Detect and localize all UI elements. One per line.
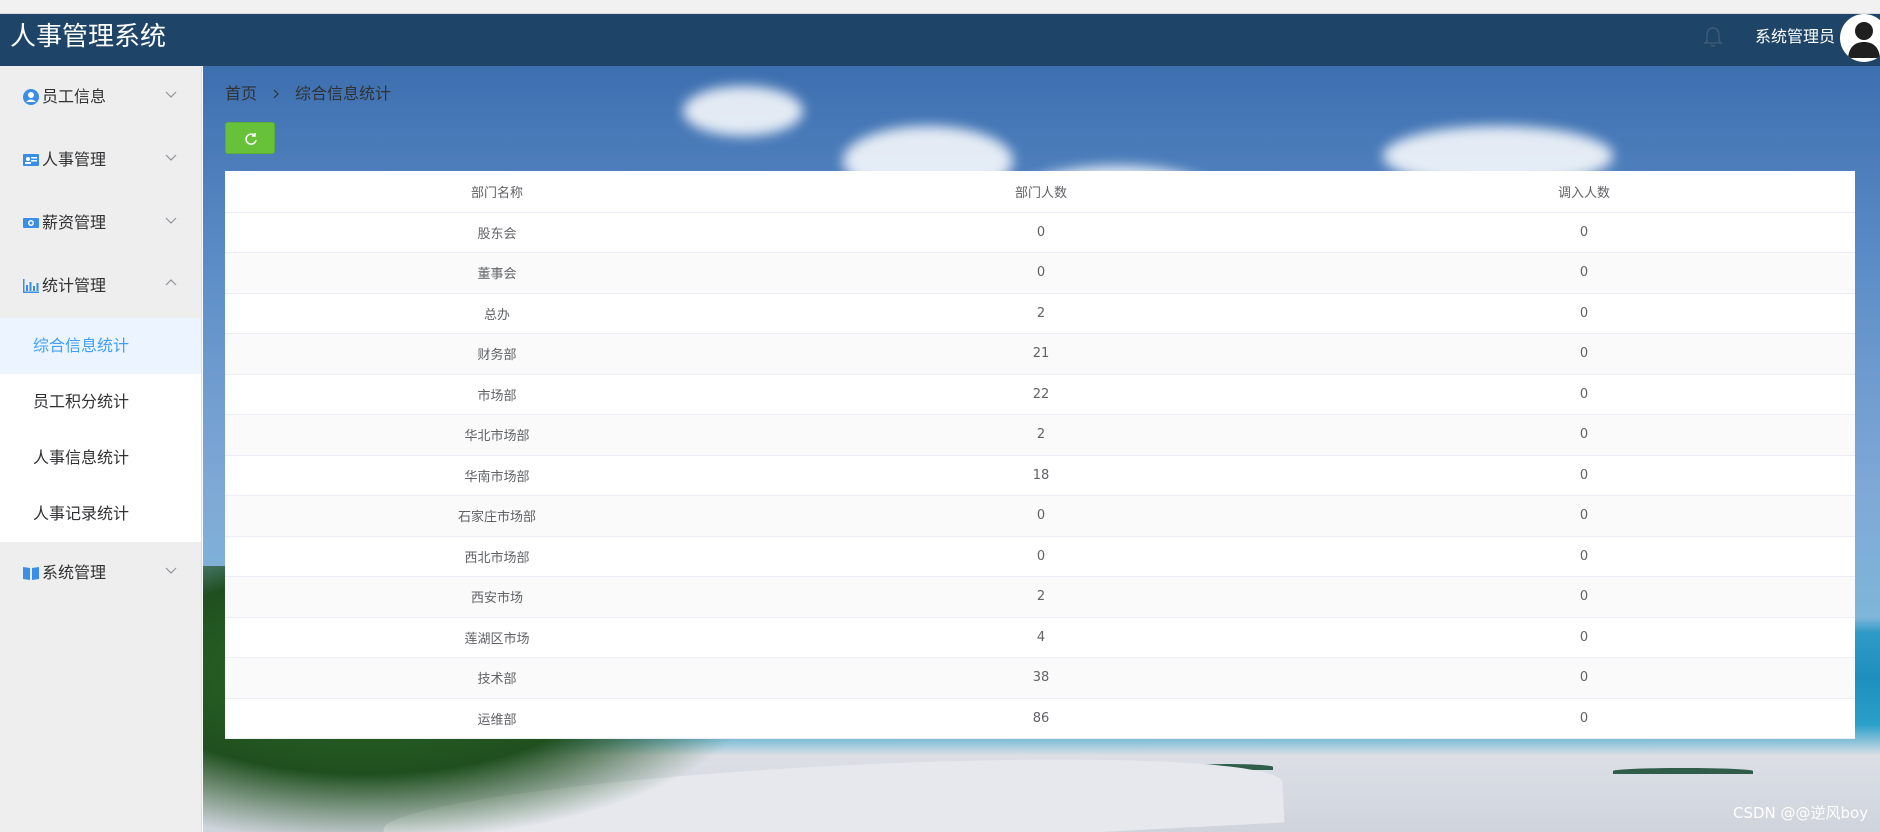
app-header: 人事管理系统 系统管理员 [0,14,1880,66]
table-cell: 西北市场部 [225,536,769,577]
menu-group-salary-management[interactable]: 薪资管理 [0,192,201,255]
chevron-down-icon [164,562,178,576]
statistics-submenu: 综合信息统计 员工积分统计 人事信息统计 人事记录统计 [0,318,201,542]
table-cell: 莲湖区市场 [225,617,769,658]
table-cell: 财务部 [225,333,769,375]
menu-group-personnel-management[interactable]: 人事管理 [0,129,201,192]
avatar[interactable] [1840,14,1880,62]
refresh-button[interactable] [225,122,275,154]
table-cell: 0 [1313,333,1855,375]
table-cell: 0 [1313,617,1855,658]
table-cell: 0 [1313,374,1855,415]
table-cell: 0 [769,212,1313,253]
table-header-row: 部门名称 部门人数 调入人数 [225,171,1855,213]
table-row: 运维部 86 0 [225,698,1855,739]
table-cell: 21 [769,333,1313,375]
table-cell: 0 [1313,212,1855,253]
table-cell: 0 [1313,293,1855,334]
table-cell: 华北市场部 [225,414,769,456]
table-cell: 技术部 [225,657,769,699]
menu-group-label: 系统管理 [42,563,107,582]
watermark: CSDN @@逆风boy [1733,804,1869,822]
username[interactable]: 系统管理员 [1755,20,1835,54]
table-cell: 0 [1313,576,1855,618]
table-cell: 运维部 [225,698,769,739]
id-card-icon [22,151,40,169]
chevron-down-icon [164,212,178,226]
table-cell: 0 [1313,455,1855,496]
chevron-down-icon [164,149,178,163]
table-row: 华北市场部 2 0 [225,414,1855,456]
menu-group-employee-info[interactable]: 员工信息 [0,66,201,129]
table-cell: 西安市场 [225,576,769,618]
table-cell: 18 [769,455,1313,496]
table-cell: 2 [769,414,1313,456]
table-row: 总办 2 0 [225,293,1855,334]
main-content: 首页 综合信息统计 部门名称 部门人数 调入人数 股东会 0 0 董事会 0 0 总办 2 0 财务… [203,66,1880,832]
breadcrumb-home[interactable]: 首页 [225,84,257,103]
menu-group-label: 人事管理 [42,150,107,169]
table-cell: 0 [1313,657,1855,699]
menu-group-statistics-management[interactable]: 统计管理 [0,255,201,318]
book-icon [22,564,40,582]
table-row: 华南市场部 18 0 [225,455,1855,496]
table-cell: 86 [769,698,1313,739]
table-row: 技术部 38 0 [225,657,1855,699]
menu-item-points-statistics[interactable]: 员工积分统计 [0,374,201,430]
table-cell: 4 [769,617,1313,658]
table-row: 股东会 0 0 [225,212,1855,253]
table-cell: 市场部 [225,374,769,415]
money-icon [22,214,40,232]
table-cell: 0 [1313,495,1855,537]
bar-chart-icon [22,277,40,295]
table-cell: 0 [1313,698,1855,739]
sidebar: 员工信息 人事管理 薪资管理 统计管理 综合信息统计 员工积分统计 人事信息统计… [0,66,202,832]
table-row: 市场部 22 0 [225,374,1855,415]
table-row: 石家庄市场部 0 0 [225,495,1855,537]
menu-group-label: 薪资管理 [42,213,107,232]
table-cell: 38 [769,657,1313,699]
menu-item-personnel-record-statistics[interactable]: 人事记录统计 [0,486,201,542]
bell-icon[interactable] [1702,23,1724,51]
menu-group-system-management[interactable]: 系统管理 [0,542,201,605]
table-row: 西北市场部 0 0 [225,536,1855,577]
table-cell: 总办 [225,293,769,334]
column-header: 部门人数 [769,171,1313,213]
table-cell: 2 [769,293,1313,334]
table-cell: 0 [769,536,1313,577]
table-cell: 0 [769,495,1313,537]
chevron-down-icon [164,86,178,100]
table-row: 西安市场 2 0 [225,576,1855,618]
menu-group-label: 员工信息 [42,87,107,106]
table-cell: 2 [769,576,1313,618]
background-island [1613,768,1753,774]
table-row: 莲湖区市场 4 0 [225,617,1855,658]
table-cell: 0 [1313,252,1855,294]
background-cloud [683,86,803,136]
statistics-table: 部门名称 部门人数 调入人数 股东会 0 0 董事会 0 0 总办 2 0 财务部 21 0 市场部 22… [225,171,1855,739]
table-cell: 石家庄市场部 [225,495,769,537]
table-cell: 0 [769,252,1313,294]
breadcrumb: 首页 综合信息统计 [225,82,391,106]
table-cell: 华南市场部 [225,455,769,496]
table-row: 财务部 21 0 [225,333,1855,375]
menu-group-label: 统计管理 [42,276,107,295]
table-cell: 股东会 [225,212,769,253]
table-row: 董事会 0 0 [225,252,1855,294]
refresh-icon [245,133,257,145]
menu-item-comprehensive-statistics[interactable]: 综合信息统计 [0,318,201,374]
chevron-right-icon [271,82,281,99]
table-cell: 董事会 [225,252,769,294]
breadcrumb-current: 综合信息统计 [295,84,392,103]
browser-top-strip [0,0,1880,14]
column-header: 调入人数 [1313,171,1855,213]
chevron-up-icon [164,275,178,289]
user-circle-icon [22,88,40,106]
app-title: 人事管理系统 [10,22,167,52]
table-cell: 22 [769,374,1313,415]
column-header: 部门名称 [225,171,769,213]
table-cell: 0 [1313,414,1855,456]
menu-item-personnel-info-statistics[interactable]: 人事信息统计 [0,430,201,486]
table-cell: 0 [1313,536,1855,577]
